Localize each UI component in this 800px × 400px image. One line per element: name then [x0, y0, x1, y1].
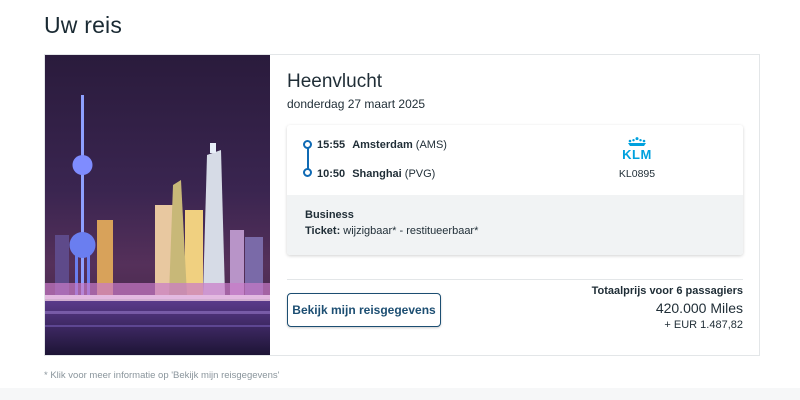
cabin-class: Business — [305, 209, 354, 221]
footnote: * Klik voor meer informatie op 'Bekijk m… — [44, 370, 280, 381]
view-details-button[interactable]: Bekijk mijn reisgegevens — [287, 293, 441, 327]
klm-logo-text: KLM — [622, 147, 652, 162]
arrival-code: (PVG) — [404, 168, 436, 180]
flight-segment: 15:55 Amsterdam (AMS) 10:50 Shanghai (PV… — [287, 125, 743, 255]
ticket-label: Ticket: — [305, 225, 341, 237]
price-eur: + EUR 1.487,82 — [664, 319, 743, 331]
divider — [287, 279, 743, 280]
trip-card: Heenvlucht donderdag 27 maart 2025 15:55… — [44, 54, 760, 356]
departure-time: 15:55 — [317, 139, 346, 151]
klm-crown-icon — [628, 137, 646, 146]
ticket-value: wijzigbaar* - restitueerbaar* — [343, 225, 479, 237]
arrival-time: 10:50 — [317, 168, 346, 180]
airline-logo: KLM — [611, 137, 663, 161]
trip-content: Heenvlucht donderdag 27 maart 2025 15:55… — [286, 55, 759, 355]
destination-photo — [45, 55, 270, 355]
flight-title: Heenvlucht — [287, 71, 383, 92]
flight-date: donderdag 27 maart 2025 — [287, 97, 426, 111]
departure-row: 15:55 Amsterdam (AMS) — [317, 139, 447, 151]
price-label: Totaalprijs voor 6 passagiers — [591, 285, 743, 297]
flight-number: KL0895 — [618, 168, 656, 180]
price-miles: 420.000 Miles — [655, 300, 743, 316]
arrival-city: Shanghai — [352, 168, 402, 180]
arrival-row: 10:50 Shanghai (PVG) — [317, 168, 435, 180]
page-title: Uw reis — [44, 12, 123, 38]
price-summary: Totaalprijs voor 6 passagiers 420.000 Mi… — [592, 285, 743, 331]
ticket-conditions: Ticket: wijzigbaar* - restitueerbaar* — [305, 225, 743, 237]
fare-info: Business Ticket: wijzigbaar* - restitueer… — [287, 195, 743, 255]
route-timeline-icon — [303, 140, 313, 177]
departure-city: Amsterdam — [352, 139, 413, 151]
segment-route: 15:55 Amsterdam (AMS) 10:50 Shanghai (PV… — [287, 125, 743, 195]
departure-code: (AMS) — [415, 139, 447, 151]
page-bottom-strip — [0, 388, 800, 400]
